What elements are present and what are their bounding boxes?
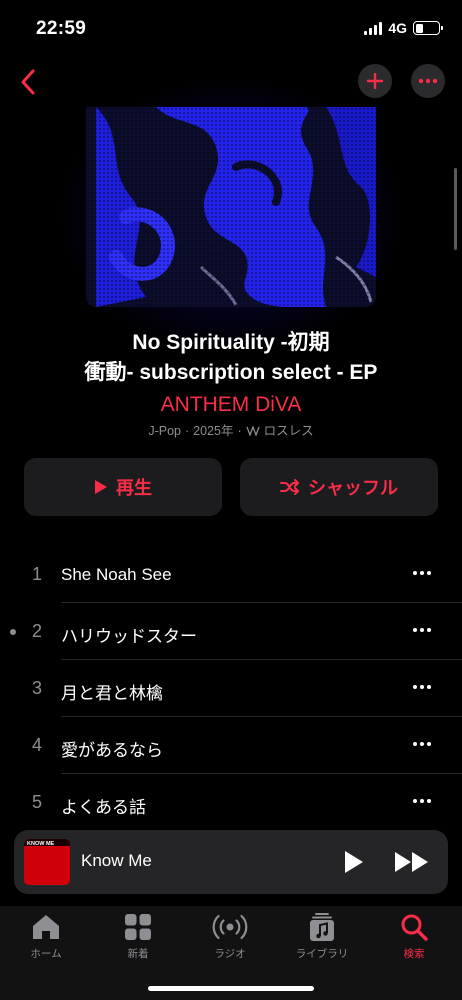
album-meta: J-Pop · 2025年 · ロスレス (0, 423, 462, 439)
track-row[interactable]: 2 ハリウッドスター (0, 603, 462, 660)
track-row[interactable]: 1 She Noah See (0, 546, 462, 603)
album-artist-link[interactable]: ANTHEM DiVA (0, 390, 462, 420)
mini-next-button[interactable] (392, 848, 432, 876)
network-type: 4G (388, 20, 407, 36)
now-playing-artwork: KNOW ME (24, 839, 70, 885)
signal-icon (364, 21, 383, 35)
search-icon (400, 910, 428, 944)
track-number: 3 (31, 678, 42, 698)
track-title: ハリウッドスター (61, 627, 197, 646)
album-title: No Spirituality -初期 衝動- subscription sel… (0, 328, 462, 388)
play-icon (95, 480, 107, 494)
artwork-graphic (86, 107, 376, 307)
tab-search[interactable]: 検索 (368, 910, 460, 961)
album-title-line-1: No Spirituality -初期 (132, 331, 330, 354)
track-number: 5 (31, 792, 42, 812)
album-genre: J-Pop (148, 424, 181, 438)
tab-radio[interactable]: ラジオ (184, 910, 276, 961)
tab-home[interactable]: ホーム (0, 910, 92, 961)
track-more-button[interactable] (409, 560, 435, 586)
album-title-line-2: 衝動- subscription select - EP (84, 361, 378, 384)
now-playing-title: Know Me (81, 851, 152, 870)
status-bar: 22:59 4G (0, 0, 462, 58)
home-indicator[interactable] (148, 986, 314, 991)
svg-text:KNOW ME: KNOW ME (27, 841, 55, 847)
track-more-button[interactable] (409, 788, 435, 814)
battery-icon (413, 21, 443, 35)
scroll-indicator[interactable] (454, 168, 457, 250)
forward-icon (395, 852, 428, 872)
track-row[interactable]: 5 よくある話 (0, 774, 462, 831)
tab-library[interactable]: ライブラリ (276, 910, 368, 961)
battery-level (415, 23, 424, 33)
mini-play-button[interactable] (340, 848, 368, 876)
track-title: 愛があるなら (61, 741, 163, 760)
play-button-label: 再生 (116, 478, 152, 498)
track-row[interactable]: 3 月と君と林檎 (0, 660, 462, 717)
lossless-icon (246, 426, 260, 436)
mini-player[interactable]: KNOW ME Know Me (14, 830, 448, 894)
radio-icon (212, 910, 248, 944)
track-row[interactable]: 4 愛があるなら (0, 717, 462, 774)
tab-label: 検索 (403, 948, 425, 960)
track-title: She Noah See (61, 565, 172, 584)
grid-icon (124, 910, 152, 944)
ellipsis-icon (418, 78, 438, 84)
track-more-button[interactable] (409, 617, 435, 643)
track-title: 月と君と林檎 (61, 684, 163, 703)
tab-label: 新着 (127, 948, 149, 960)
tab-label: ホーム (30, 948, 62, 960)
tab-new[interactable]: 新着 (92, 910, 184, 961)
track-more-button[interactable] (409, 731, 435, 757)
album-quality: ロスレス (263, 424, 314, 438)
track-number: 2 (31, 621, 42, 641)
track-title: よくある話 (61, 798, 146, 817)
track-list: 1 She Noah See 2 ハリウッドスター 3 月と君と林檎 4 愛があ… (0, 546, 462, 831)
meta-separator: · (237, 424, 242, 438)
tab-label: ライブラリ (295, 948, 349, 960)
status-time: 22:59 (36, 18, 87, 39)
shuffle-icon (280, 479, 299, 495)
album-year: 2025年 (193, 424, 234, 438)
shuffle-button[interactable]: シャッフル (240, 458, 438, 516)
chevron-left-icon (21, 69, 35, 95)
library-icon (309, 910, 335, 944)
track-more-button[interactable] (409, 674, 435, 700)
track-number: 4 (31, 735, 42, 755)
play-button[interactable]: 再生 (24, 458, 222, 516)
more-options-button[interactable] (411, 64, 445, 98)
recently-played-dot-icon (10, 629, 16, 635)
house-icon (31, 910, 61, 944)
album-artwork[interactable] (86, 107, 376, 307)
tab-label: ラジオ (214, 948, 246, 960)
track-number: 1 (31, 564, 42, 584)
status-indicators: 4G (364, 20, 443, 36)
back-button[interactable] (8, 62, 48, 102)
play-icon (345, 851, 363, 873)
shuffle-button-label: シャッフル (308, 478, 398, 498)
artwork-logo-text: KNOW ME (27, 841, 55, 847)
meta-separator: · (184, 424, 190, 438)
